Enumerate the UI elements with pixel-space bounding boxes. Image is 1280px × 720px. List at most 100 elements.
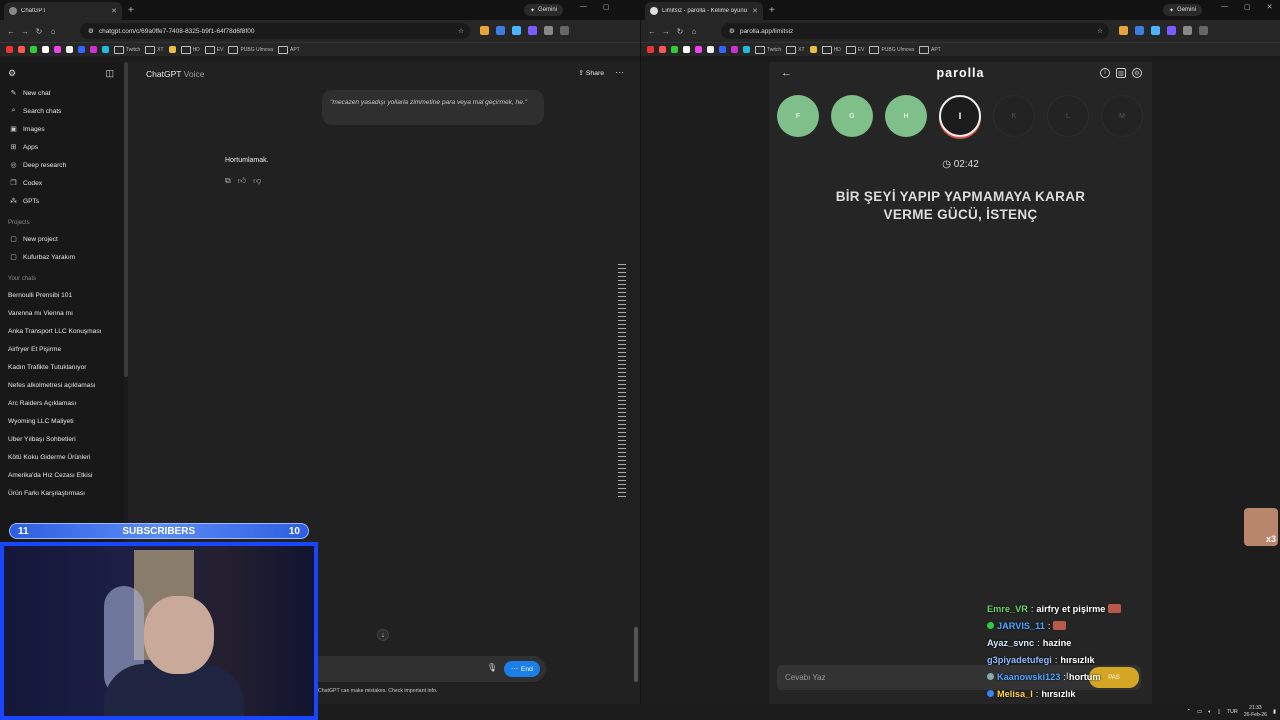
bookmark-icon[interactable] — [731, 46, 738, 53]
bookmark-star-icon[interactable]: ☆ — [1097, 27, 1103, 35]
bookmark-icon[interactable] — [647, 46, 654, 53]
tray-chevron-icon[interactable]: ⌃ — [1186, 709, 1191, 715]
chat-history-item[interactable]: Kadın Trafikte Tutuklanıyor — [0, 358, 124, 376]
bookmark-icon[interactable] — [18, 46, 25, 53]
network-icon[interactable]: ▭ — [1197, 709, 1202, 715]
back-icon[interactable]: ← — [645, 27, 659, 36]
maximize-icon[interactable]: ▢ — [603, 3, 610, 11]
bookmark-icon[interactable] — [671, 46, 678, 53]
sidebar-item-images[interactable]: ▣ Images — [0, 120, 124, 138]
profile-avatar[interactable] — [560, 26, 569, 35]
openai-logo-icon[interactable]: ⚙ — [8, 68, 16, 79]
thumbs-down-icon[interactable]: 👎︎ — [253, 176, 261, 186]
url-field[interactable]: ⚙ parolla.app/limitsiz ☆ — [721, 23, 1109, 39]
bookmark-icon[interactable] — [683, 46, 690, 53]
chat-history-item[interactable]: Varenna mı Vienna mı — [0, 304, 124, 322]
battery-icon[interactable]: ▯ — [1218, 709, 1221, 715]
notification-icon[interactable]: ▮ — [1273, 709, 1276, 715]
url-field[interactable]: ⚙ chatgpt.com/c/69a0ffe7-7408-8325-b9f1-… — [80, 23, 470, 39]
language-indicator[interactable]: TUR — [1227, 709, 1238, 715]
bookmark-folder[interactable]: XT — [786, 46, 804, 54]
end-voice-button[interactable]: ⋯ End — [504, 661, 540, 677]
bookmark-folder[interactable]: APT — [919, 46, 941, 54]
sidebar-item-codex[interactable]: ❐ Codex — [0, 174, 124, 192]
minimize-icon[interactable]: — — [1221, 3, 1228, 11]
new-tab-button[interactable]: + — [769, 5, 775, 16]
close-tab-icon[interactable]: ✕ — [111, 7, 117, 15]
chat-history-item[interactable]: Wyoming LLC Maliyeti — [0, 412, 124, 430]
forward-icon[interactable]: → — [659, 27, 673, 36]
extensions-puzzle-icon[interactable] — [544, 26, 553, 35]
tab-parolla[interactable]: Limitsiz - parolla - Kelime oyunu ✕ — [645, 2, 763, 20]
chat-history-item[interactable]: Kötü Koku Giderme Ürünleri — [0, 448, 124, 466]
chat-history-item[interactable]: Ürün Farkı Karşılaştırması — [0, 484, 124, 502]
bookmark-folder[interactable]: PUBG Ulmova — [869, 46, 914, 54]
sidebar-item-gpts[interactable]: ⁂ GPTs — [0, 192, 124, 210]
maximize-icon[interactable]: ▢ — [1244, 3, 1251, 11]
bookmark-icon[interactable] — [809, 46, 817, 53]
sidebar-item-deep-research[interactable]: ◎ Deep research — [0, 156, 124, 174]
bookmark-icon[interactable] — [90, 46, 97, 53]
chat-history-item[interactable]: Airfryer Et Pişirme — [0, 340, 124, 358]
bookmark-folder[interactable]: PUBG Ulmova — [228, 46, 273, 54]
bookmark-icon[interactable] — [30, 46, 37, 53]
home-icon[interactable]: ⌂ — [46, 27, 60, 36]
tab-chatgpt[interactable]: ChatGPT ✕ — [4, 2, 122, 20]
more-options-icon[interactable]: ⋯ — [615, 67, 624, 78]
chat-history-item[interactable]: Uber Yılbaşı Sohbetleri — [0, 430, 124, 448]
settings-icon[interactable]: ⚙ — [1132, 68, 1142, 78]
extension-icon[interactable] — [496, 26, 505, 35]
volume-icon[interactable]: 🔈︎ — [1208, 709, 1211, 716]
close-tab-icon[interactable]: ✕ — [752, 7, 758, 15]
sidebar-item-search-chats[interactable]: ⌕ Search chats — [0, 102, 124, 120]
bookmark-folder[interactable]: XT — [145, 46, 163, 54]
copy-icon[interactable]: ⧉ — [225, 176, 231, 186]
bookmark-star-icon[interactable]: ☆ — [458, 27, 464, 35]
chat-history-item[interactable]: Amerika'da Hız Cezası Etkisi — [0, 466, 124, 484]
bookmark-icon[interactable] — [707, 46, 714, 53]
close-window-icon[interactable]: ✕ — [1267, 3, 1273, 11]
bookmark-icon[interactable] — [42, 46, 49, 53]
bookmark-icon[interactable] — [78, 46, 85, 53]
share-button[interactable]: ⇪ Share — [578, 69, 604, 77]
profile-avatar[interactable] — [1199, 26, 1208, 35]
extension-icon[interactable] — [512, 26, 521, 35]
bookmark-folder[interactable]: HD — [822, 46, 841, 54]
bookmark-icon[interactable] — [6, 46, 13, 53]
bookmark-folder[interactable]: Twitch — [755, 46, 781, 54]
chat-history-item[interactable]: Anka Transport LLC Konuşması — [0, 322, 124, 340]
chat-history-item[interactable]: Arc Raiders Açıklaması — [0, 394, 124, 412]
home-icon[interactable]: ⌂ — [687, 27, 701, 36]
new-tab-button[interactable]: + — [128, 5, 134, 16]
bookmark-icon[interactable] — [102, 46, 109, 53]
chat-history-item[interactable]: Bernoulli Prensibi 101 — [0, 286, 124, 304]
conversation-minimap[interactable] — [618, 264, 626, 498]
model-selector[interactable]: ChatGPT Voice — [146, 69, 204, 79]
bookmark-folder[interactable]: APT — [278, 46, 300, 54]
extension-icon[interactable] — [1167, 26, 1176, 35]
info-icon[interactable]: i — [1100, 68, 1110, 78]
bookmark-icon[interactable] — [54, 46, 61, 53]
scroll-down-button[interactable]: ↓ — [377, 629, 389, 641]
extension-icon[interactable] — [528, 26, 537, 35]
gemini-button[interactable]: ✦ Gemini — [524, 4, 564, 16]
bookmark-folder[interactable]: HD — [181, 46, 200, 54]
gemini-button[interactable]: ✦ Gemini — [1163, 4, 1203, 16]
extensions-puzzle-icon[interactable] — [1183, 26, 1192, 35]
project-item[interactable]: ▢ New project — [0, 230, 124, 248]
bookmark-icon[interactable] — [66, 46, 73, 53]
project-item[interactable]: ▢ Kufurbaz Yarakım — [0, 248, 124, 266]
extension-icon[interactable] — [1119, 26, 1128, 35]
main-scrollbar[interactable] — [634, 627, 638, 682]
extension-icon[interactable] — [1135, 26, 1144, 35]
close-sidebar-icon[interactable]: ◫ — [105, 68, 114, 79]
bookmark-folder[interactable]: EV — [846, 46, 865, 54]
thumbs-up-icon[interactable]: 👍︎ — [238, 176, 246, 186]
minimize-icon[interactable]: — — [580, 3, 587, 11]
bookmark-icon[interactable] — [743, 46, 750, 53]
sidebar-item-new-chat[interactable]: ✎ New chat — [0, 84, 124, 102]
bookmark-folder[interactable]: EV — [205, 46, 224, 54]
extension-icon[interactable] — [480, 26, 489, 35]
system-clock[interactable]: 21:33 26-Feb-26 — [1244, 705, 1267, 719]
forward-icon[interactable]: → — [18, 27, 32, 36]
